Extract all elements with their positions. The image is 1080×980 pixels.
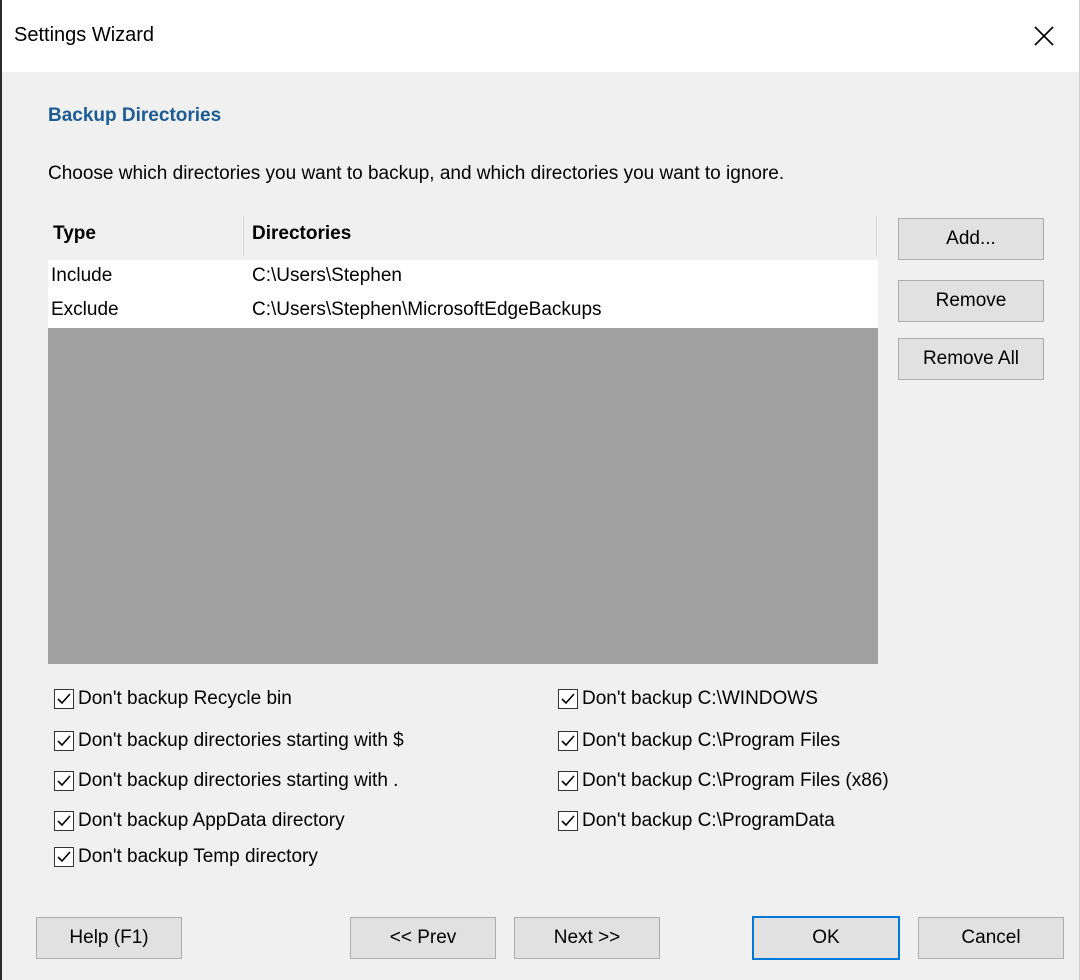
close-icon <box>1034 26 1054 46</box>
checkbox[interactable] <box>54 811 74 831</box>
help-button[interactable]: Help (F1) <box>36 917 182 959</box>
list-item-type: Exclude <box>51 299 119 320</box>
option-program-files-x86[interactable]: Don't backup C:\Program Files (x86) <box>558 770 889 792</box>
option-dollar-dirs[interactable]: Don't backup directories starting with $ <box>54 730 404 752</box>
checkmark-icon <box>561 735 575 747</box>
section-description: Choose which directories you want to bac… <box>48 163 785 184</box>
remove-all-button[interactable]: Remove All <box>898 338 1044 380</box>
option-label: Don't backup Recycle bin <box>78 688 292 709</box>
cancel-button[interactable]: Cancel <box>918 917 1064 959</box>
option-dot-dirs[interactable]: Don't backup directories starting with . <box>54 770 398 792</box>
list-item-directory: C:\Users\Stephen\MicrosoftEdgeBackups <box>252 299 602 320</box>
option-program-files[interactable]: Don't backup C:\Program Files <box>558 730 840 752</box>
checkbox[interactable] <box>558 771 578 791</box>
option-label: Don't backup C:\ProgramData <box>582 810 835 831</box>
title-bar: Settings Wizard <box>2 0 1079 72</box>
window-title: Settings Wizard <box>14 24 155 46</box>
list-item-directory: C:\Users\Stephen <box>252 265 402 286</box>
column-header-directories[interactable]: Directories <box>252 223 351 245</box>
checkbox[interactable] <box>558 731 578 751</box>
checkmark-icon <box>561 815 575 827</box>
add-button[interactable]: Add... <box>898 218 1044 260</box>
checkbox[interactable] <box>54 771 74 791</box>
close-button[interactable] <box>1009 0 1079 72</box>
checkmark-icon <box>57 851 71 863</box>
list-item[interactable]: Exclude C:\Users\Stephen\MicrosoftEdgeBa… <box>48 294 878 328</box>
prev-button[interactable]: << Prev <box>350 917 496 959</box>
option-label: Don't backup directories starting with . <box>78 770 399 791</box>
option-recycle-bin[interactable]: Don't backup Recycle bin <box>54 688 292 710</box>
checkbox[interactable] <box>558 811 578 831</box>
checkmark-icon <box>57 775 71 787</box>
checkmark-icon <box>561 775 575 787</box>
directory-list-header: Type Directories <box>48 212 878 260</box>
next-button[interactable]: Next >> <box>514 917 660 959</box>
column-divider[interactable] <box>876 216 877 256</box>
option-label: Don't backup C:\WINDOWS <box>582 688 818 709</box>
option-label: Don't backup Temp directory <box>78 846 318 867</box>
option-label: Don't backup C:\Program Files <box>582 730 841 751</box>
list-item-type: Include <box>51 265 113 286</box>
list-item[interactable]: Include C:\Users\Stephen <box>48 260 878 294</box>
column-header-type[interactable]: Type <box>53 223 96 245</box>
checkbox[interactable] <box>558 689 578 709</box>
checkbox[interactable] <box>54 689 74 709</box>
option-appdata[interactable]: Don't backup AppData directory <box>54 810 345 832</box>
option-label: Don't backup directories starting with $ <box>78 730 404 751</box>
option-programdata[interactable]: Don't backup C:\ProgramData <box>558 810 835 832</box>
option-label: Don't backup AppData directory <box>78 810 345 831</box>
ok-button[interactable]: OK <box>752 916 900 960</box>
checkmark-icon <box>561 693 575 705</box>
remove-button[interactable]: Remove <box>898 280 1044 322</box>
option-temp[interactable]: Don't backup Temp directory <box>54 846 318 868</box>
checkmark-icon <box>57 735 71 747</box>
checkbox[interactable] <box>54 731 74 751</box>
option-windows[interactable]: Don't backup C:\WINDOWS <box>558 688 818 710</box>
checkmark-icon <box>57 815 71 827</box>
settings-wizard-window: Settings Wizard Backup Directories Choos… <box>0 0 1080 980</box>
directory-list[interactable]: Include C:\Users\Stephen Exclude C:\User… <box>48 260 878 664</box>
option-label: Don't backup C:\Program Files (x86) <box>582 770 889 791</box>
section-title: Backup Directories <box>48 105 222 126</box>
checkmark-icon <box>57 693 71 705</box>
checkbox[interactable] <box>54 847 74 867</box>
column-divider[interactable] <box>243 216 244 256</box>
